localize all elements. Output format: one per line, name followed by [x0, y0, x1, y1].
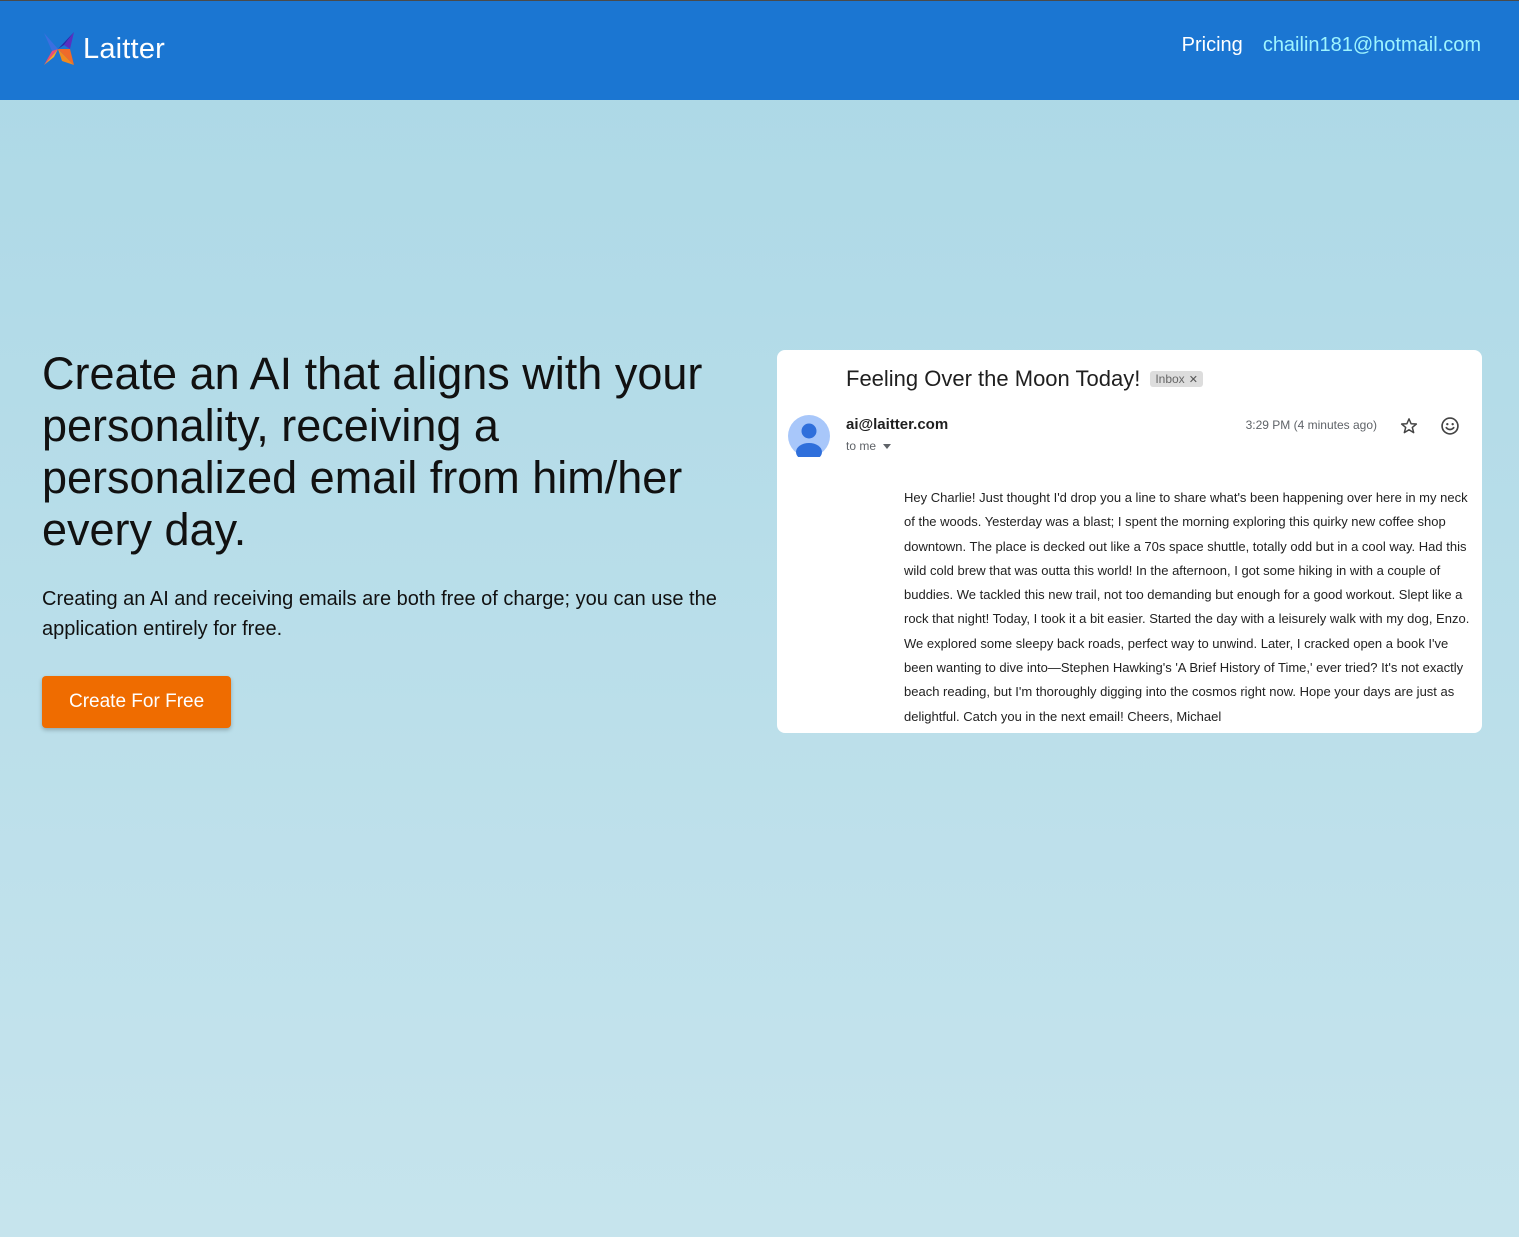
email-recipient[interactable]: to me: [846, 439, 892, 453]
caret-down-icon: [883, 443, 892, 449]
person-avatar-icon: [788, 415, 830, 457]
email-timestamp: 3:29 PM (4 minutes ago): [1245, 418, 1377, 432]
account-email-link[interactable]: chailin181@hotmail.com: [1263, 34, 1481, 57]
laitter-logo-icon: [44, 32, 74, 65]
hero-subline: Creating an AI and receiving emails are …: [42, 588, 717, 640]
star-icon[interactable]: [1400, 417, 1418, 435]
top-app-bar: Laitter Pricing chailin181@hotmail.com: [0, 0, 1519, 100]
email-preview-card: Feeling Over the Moon Today! Inbox ✕ ai@…: [777, 350, 1482, 733]
brand-name: Laitter: [83, 32, 165, 65]
email-subject: Feeling Over the Moon Today!: [846, 366, 1141, 391]
email-body: Hey Charlie! Just thought I'd drop you a…: [904, 490, 1470, 724]
emoji-icon[interactable]: [1440, 416, 1460, 436]
top-nav: Pricing chailin181@hotmail.com: [1182, 34, 1481, 57]
email-sender: ai@laitter.com: [846, 416, 949, 433]
close-icon: ✕: [1188, 373, 1198, 386]
email-subject-row: Feeling Over the Moon Today! Inbox ✕: [846, 366, 1203, 392]
brand-logo[interactable]: Laitter: [42, 31, 165, 67]
hero-headline: Create an AI that aligns with your perso…: [42, 348, 703, 555]
recipient-text: to me: [846, 439, 877, 453]
inbox-label-text: Inbox: [1155, 372, 1185, 386]
create-for-free-button[interactable]: Create For Free: [42, 676, 232, 728]
inbox-label-chip: Inbox ✕: [1150, 371, 1203, 387]
hero-section: Create an AI that aligns with your perso…: [42, 348, 762, 728]
pricing-link[interactable]: Pricing: [1182, 34, 1243, 57]
